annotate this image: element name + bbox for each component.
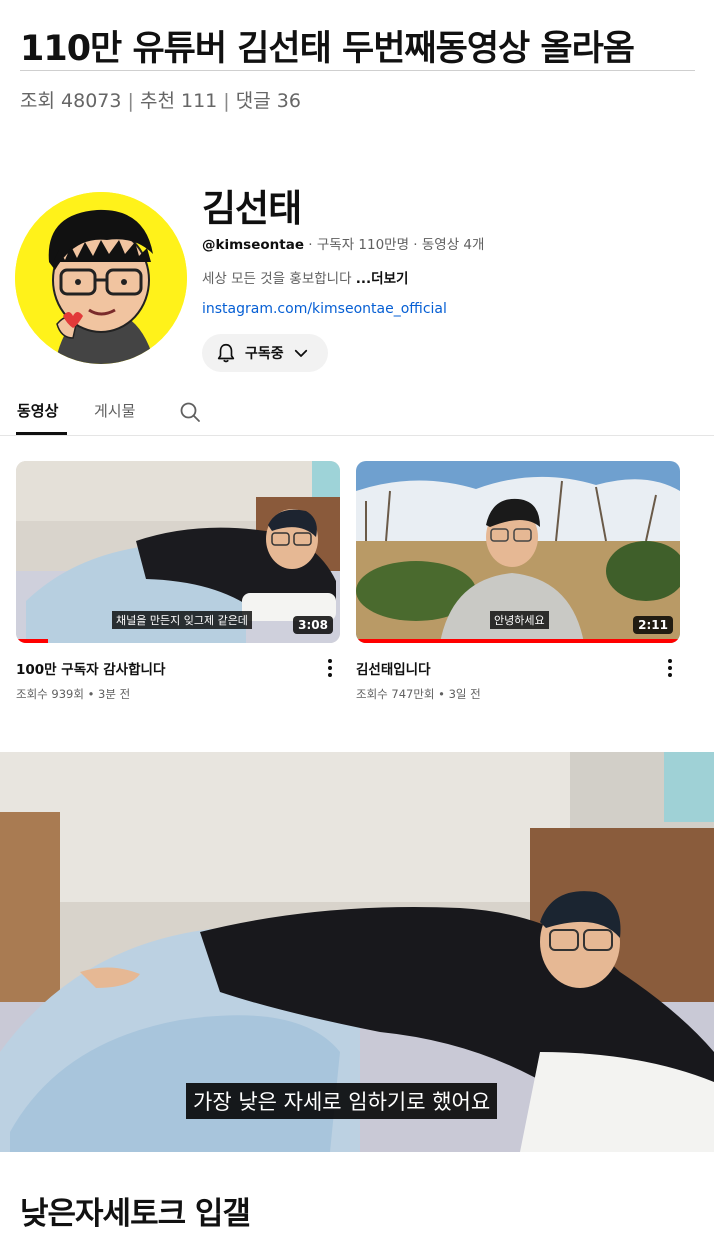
post-closing-text: 낮은자세토크 입갤	[20, 1196, 251, 1232]
channel-description: 세상 모든 것을 홍보합니다 ...더보기	[202, 267, 408, 287]
channel-avatar[interactable]	[15, 192, 187, 364]
chevron-down-icon	[294, 349, 307, 357]
channel-name: 김선태	[202, 187, 302, 230]
video-title[interactable]: 100만 구독자 감사합니다	[16, 658, 165, 678]
video-duration: 3:08	[293, 616, 333, 634]
video-duration: 2:11	[633, 616, 673, 634]
post-title: 110만 유튜버 김선태 두번째동영상 올라옴	[20, 29, 635, 69]
more-link[interactable]: ...더보기	[356, 271, 409, 287]
thumbnail-subtitle: 안녕하세요	[490, 611, 549, 629]
comments-count: 36	[276, 90, 301, 112]
video-meta: 조회수 939회 • 3분 전	[16, 687, 131, 701]
views-count: 48073	[61, 90, 122, 112]
bell-icon	[217, 343, 235, 363]
channel-stats: · 구독자 110만명 · 동영상 4개	[308, 237, 485, 253]
channel-meta: @kimseontae · 구독자 110만명 · 동영상 4개	[202, 233, 484, 253]
tab-videos[interactable]: 동영상	[17, 400, 58, 421]
meta-separator: |	[127, 90, 134, 112]
more-vert-icon[interactable]	[664, 657, 676, 679]
title-divider	[20, 70, 695, 71]
video-card[interactable]: 채널을 만든지 잊그제 같은데 3:08 100만 구독자 감사합니다 조회수 …	[16, 461, 340, 701]
search-icon[interactable]	[178, 400, 202, 424]
meta-separator: |	[223, 90, 230, 112]
channel-external-link[interactable]: instagram.com/kimseontae_official	[202, 301, 447, 317]
more-vert-icon[interactable]	[324, 657, 336, 679]
tab-posts[interactable]: 게시물	[94, 400, 135, 421]
channel-handle: @kimseontae	[202, 237, 304, 253]
watch-progress-bar	[356, 639, 680, 643]
channel-tabs: 동영상 게시물	[0, 392, 714, 436]
recommend-label: 추천	[139, 90, 175, 112]
video-meta: 조회수 747만회 • 3일 전	[356, 687, 481, 701]
video-thumbnail[interactable]: 채널을 만든지 잊그제 같은데 3:08	[16, 461, 340, 643]
video-title[interactable]: 김선태입니다	[356, 658, 431, 678]
video-card[interactable]: 안녕하세요 2:11 김선태입니다 조회수 747만회 • 3일 전	[356, 461, 680, 701]
video-thumbnail[interactable]: 안녕하세요 2:11	[356, 461, 680, 643]
description-text: 세상 모든 것을 홍보합니다	[202, 271, 352, 287]
thumbnail-subtitle: 채널을 만든지 잊그제 같은데	[112, 611, 252, 629]
subscribed-label: 구독중	[245, 346, 284, 362]
recommend-count: 111	[180, 90, 218, 112]
avatar-illustration	[15, 192, 187, 364]
active-tab-indicator	[16, 432, 67, 435]
comments-label: 댓글	[235, 90, 271, 112]
views-label: 조회	[20, 90, 55, 112]
subscribed-button[interactable]: 구독중	[202, 334, 328, 372]
watch-progress-bar	[16, 639, 49, 643]
video-subtitle: 가장 낮은 자세로 임하기로 했어요	[186, 1083, 498, 1119]
post-meta: 조회 48073 | 추천 111 | 댓글 36	[20, 86, 301, 113]
